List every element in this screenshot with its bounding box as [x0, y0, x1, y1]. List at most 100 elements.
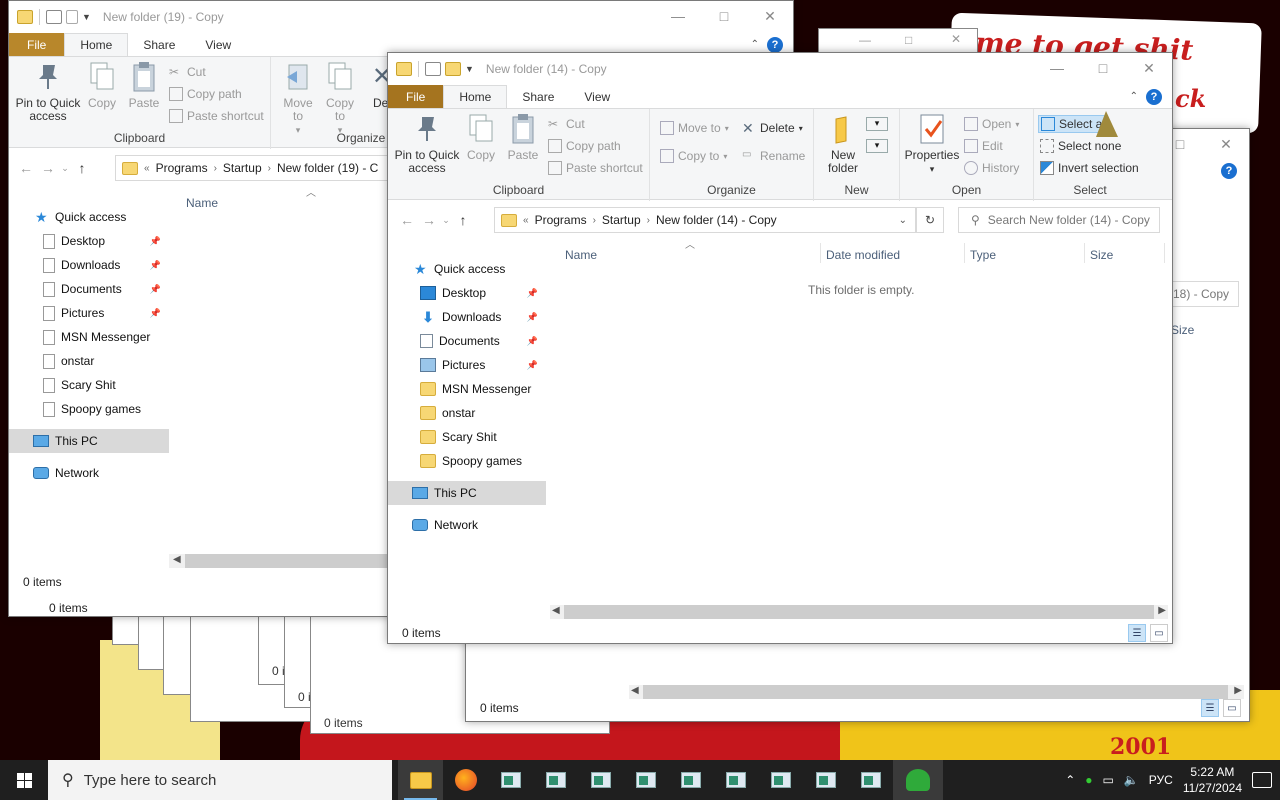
nav-item-onstar[interactable]: onstar: [9, 349, 169, 373]
cut-button[interactable]: ✂ Cut: [548, 117, 585, 131]
taskbar-app-window[interactable]: [623, 760, 668, 800]
nav-item-scary-shit[interactable]: Scary Shit: [9, 373, 169, 397]
horizontal-scrollbar[interactable]: ◀: [169, 554, 399, 568]
invert-selection-button[interactable]: Invert selection: [1040, 161, 1139, 175]
breadcrumb-item[interactable]: Programs: [156, 161, 208, 175]
open-button[interactable]: Open ▾: [964, 117, 1019, 131]
nav-item-msn-messenger[interactable]: MSN Messenger: [9, 325, 169, 349]
nav-item-desktop[interactable]: Desktop 📌: [9, 229, 169, 253]
properties-quick-icon[interactable]: [425, 62, 441, 76]
close-button[interactable]: ✕: [1126, 53, 1172, 83]
tab-view[interactable]: View: [190, 33, 246, 56]
explorer-window-14[interactable]: ▼ New folder (14) - Copy — □ ✕ File Home…: [387, 52, 1173, 644]
delete-button[interactable]: ✕ Delete ▾: [742, 121, 803, 135]
move-to-button[interactable]: Move to ▾: [281, 61, 315, 137]
column-name[interactable]: Name: [565, 248, 597, 262]
pin-quick-access-button[interactable]: Pin to Quick access: [394, 113, 460, 175]
nav-item-spoopy-games[interactable]: Spoopy games: [388, 449, 546, 473]
start-button[interactable]: [0, 760, 48, 800]
nav-quick-access[interactable]: ★ Quick access: [9, 205, 169, 229]
refresh-icon[interactable]: ↻: [916, 207, 944, 233]
nav-item-pictures[interactable]: Pictures 📌: [9, 301, 169, 325]
taskbar-firefox[interactable]: [443, 760, 488, 800]
column-size[interactable]: Size: [1090, 248, 1113, 262]
scroll-thumb[interactable]: [643, 685, 1228, 699]
details-view-icon[interactable]: ☰: [1201, 699, 1219, 717]
copy-button[interactable]: Copy: [464, 113, 498, 162]
nav-this-pc[interactable]: This PC: [388, 481, 546, 505]
tab-file[interactable]: File: [388, 85, 444, 108]
notifications-icon[interactable]: [1252, 772, 1272, 788]
back-arrow-icon[interactable]: ←: [15, 160, 37, 176]
tab-share[interactable]: Share: [507, 85, 569, 108]
select-none-button[interactable]: Select none: [1040, 139, 1121, 153]
tab-share[interactable]: Share: [128, 33, 190, 56]
nav-item-desktop[interactable]: Desktop 📌: [388, 281, 546, 305]
recent-locations-icon[interactable]: ⌄: [440, 215, 452, 226]
nav-this-pc[interactable]: This PC: [9, 429, 169, 453]
nav-item-documents[interactable]: Documents 📌: [388, 329, 546, 353]
taskbar-app-window[interactable]: [668, 760, 713, 800]
forward-arrow-icon[interactable]: →: [418, 212, 440, 228]
pin-quick-access-button[interactable]: Pin to Quick access: [15, 61, 81, 123]
close-button[interactable]: ✕: [747, 1, 793, 31]
up-arrow-icon[interactable]: ↑: [452, 212, 474, 228]
nav-network[interactable]: Network: [388, 513, 546, 537]
breadcrumb-item[interactable]: Startup: [602, 213, 641, 227]
recent-locations-icon[interactable]: ⌄: [59, 163, 71, 174]
minimize-button[interactable]: —: [655, 1, 701, 31]
nav-item-downloads[interactable]: ⬇ Downloads 📌: [388, 305, 546, 329]
taskbar-messenger[interactable]: [893, 760, 943, 800]
copy-button[interactable]: Copy: [85, 61, 119, 110]
search-box[interactable]: (18) - Copy: [1164, 281, 1239, 307]
breadcrumb[interactable]: « Programs › Startup › New folder (14) -…: [494, 207, 916, 233]
rename-button[interactable]: ▭ Rename: [742, 149, 805, 163]
back-arrow-icon[interactable]: ←: [396, 212, 418, 228]
collapse-ribbon-icon[interactable]: ⌃: [1130, 91, 1138, 102]
history-button[interactable]: History: [964, 161, 1019, 175]
close-button[interactable]: ✕: [1203, 129, 1249, 159]
new-item-icon[interactable]: ▾: [866, 117, 888, 131]
tab-view[interactable]: View: [569, 85, 625, 108]
volume-icon[interactable]: 🔈: [1124, 773, 1139, 787]
new-folder-quick-icon[interactable]: [66, 10, 78, 24]
up-arrow-icon[interactable]: ↑: [71, 160, 93, 176]
taskbar-app-window[interactable]: [713, 760, 758, 800]
nav-item-onstar[interactable]: onstar: [388, 401, 546, 425]
large-icons-view-icon[interactable]: ▭: [1150, 624, 1168, 642]
address-dropdown-icon[interactable]: ⌄: [899, 215, 907, 226]
taskbar-app-window[interactable]: [758, 760, 803, 800]
column-type[interactable]: Type: [970, 248, 996, 262]
breadcrumb-item[interactable]: Startup: [223, 161, 262, 175]
taskbar-search[interactable]: ⚲ Type here to search: [48, 760, 392, 800]
breadcrumb-item[interactable]: New folder (19) - C: [277, 161, 378, 175]
paste-shortcut-button[interactable]: Paste shortcut: [548, 161, 643, 175]
horizontal-scrollbar[interactable]: ◀ ▶: [629, 685, 1244, 699]
breadcrumb-item[interactable]: Programs: [535, 213, 587, 227]
paste-button[interactable]: Paste: [125, 61, 163, 110]
column-date-modified[interactable]: Date modified: [826, 248, 900, 262]
taskbar-app-window[interactable]: [488, 760, 533, 800]
customize-dropdown-icon[interactable]: ▼: [82, 12, 91, 22]
nav-item-downloads[interactable]: Downloads 📌: [9, 253, 169, 277]
nav-item-msn-messenger[interactable]: MSN Messenger: [388, 377, 546, 401]
help-icon[interactable]: ?: [767, 36, 783, 53]
language-indicator[interactable]: РУС: [1149, 773, 1173, 787]
properties-quick-icon[interactable]: [46, 10, 62, 24]
copy-to-button[interactable]: Copy to ▾: [660, 149, 727, 163]
tab-home[interactable]: Home: [64, 33, 129, 56]
nav-item-pictures[interactable]: Pictures 📌: [388, 353, 546, 377]
taskbar-app-window[interactable]: [578, 760, 623, 800]
copy-path-button[interactable]: Copy path: [548, 139, 621, 153]
new-folder-button[interactable]: New folder: [822, 113, 864, 175]
scroll-thumb[interactable]: [185, 554, 399, 568]
collapse-ribbon-icon[interactable]: ⌃: [751, 39, 759, 50]
tab-file[interactable]: File: [9, 33, 65, 56]
breadcrumb-item[interactable]: New folder (14) - Copy: [656, 213, 777, 227]
taskbar-app-window[interactable]: [848, 760, 893, 800]
customize-dropdown-icon[interactable]: ▼: [465, 64, 474, 74]
forward-arrow-icon[interactable]: →: [37, 160, 59, 176]
new-folder-quick-icon[interactable]: [445, 62, 461, 76]
taskbar-app-window[interactable]: [533, 760, 578, 800]
column-size[interactable]: Size: [1171, 323, 1194, 337]
